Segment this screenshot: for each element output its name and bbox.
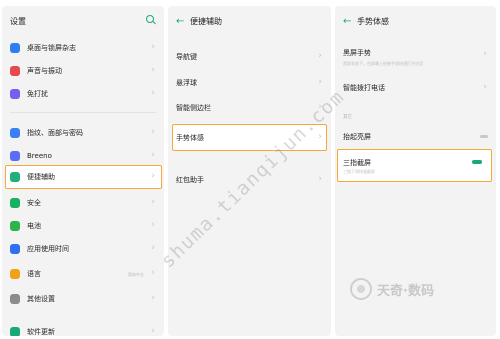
gesture-item-desc: 黑屏状态下，在屏幕上绘制手势快速打开应用 <box>343 61 423 66</box>
toggle-label: 三指截屏 <box>343 159 371 167</box>
assist-header: ← 便捷辅助 <box>168 6 331 36</box>
toggle-switch[interactable] <box>472 160 482 164</box>
chevron-right-icon: › <box>318 51 322 61</box>
settings-item-language[interactable]: 语言 简体中文 › <box>2 262 164 286</box>
battery-icon <box>10 221 20 231</box>
chevron-right-icon: › <box>318 132 322 142</box>
settings-item-label: 安全 <box>27 199 41 207</box>
back-arrow-icon[interactable]: ← <box>343 16 357 27</box>
settings-item-label: 便捷辅助 <box>27 173 55 181</box>
assist-item-label: 红包助手 <box>176 176 204 184</box>
gesture-item-smart-call[interactable]: 智能拨打电话 › <box>335 76 496 100</box>
assist-item-label: 手势体感 <box>176 134 204 142</box>
shield-icon <box>10 198 20 208</box>
more-settings-icon <box>10 294 20 304</box>
logo-text: 天奇·数码 <box>377 283 434 299</box>
settings-item-label: 语言 <box>27 270 41 278</box>
chevron-right-icon: › <box>151 150 155 160</box>
chevron-right-icon: › <box>151 65 155 75</box>
sound-icon <box>10 66 20 76</box>
settings-item-label: 其他设置 <box>27 295 55 303</box>
gesture-item-label: 黑屏手势 <box>343 49 371 57</box>
update-icon <box>10 327 20 336</box>
settings-item-label: 应用使用时间 <box>27 245 69 253</box>
assist-item-label: 悬浮球 <box>176 79 197 87</box>
settings-item-label: 电池 <box>27 222 41 230</box>
settings-item-sound[interactable]: 声音与振动 › <box>2 59 164 83</box>
settings-item-security[interactable]: 安全 › <box>2 191 164 215</box>
search-icon[interactable] <box>146 15 154 23</box>
settings-item-label: 指纹、面部与密码 <box>27 129 83 137</box>
chevron-right-icon: › <box>151 197 155 207</box>
chevron-right-icon: › <box>318 77 322 87</box>
toggle-desc: 三指下滑快速截屏 <box>343 169 375 174</box>
logo-icon <box>350 278 372 300</box>
chevron-right-icon: › <box>151 127 155 137</box>
assist-item-float-ball[interactable]: 悬浮球 › <box>168 71 331 95</box>
gesture-item-label: 智能拨打电话 <box>343 84 385 92</box>
section-label: 其它 <box>343 115 352 120</box>
settings-item-desktop[interactable]: 桌面与锁屏杂志 › <box>2 36 164 60</box>
chevron-right-icon: › <box>151 326 155 336</box>
settings-item-update[interactable]: 软件更新 › <box>2 320 164 336</box>
settings-item-label: 声音与振动 <box>27 67 62 75</box>
language-icon <box>10 269 20 279</box>
chevron-right-icon: › <box>151 268 155 278</box>
assist-item-label: 导航键 <box>176 53 197 61</box>
moon-icon <box>10 89 20 99</box>
chevron-right-icon: › <box>151 88 155 98</box>
settings-item-other[interactable]: 其他设置 › <box>2 287 164 311</box>
chevron-right-icon: › <box>151 42 155 52</box>
toggle-label: 抬起亮屏 <box>343 133 371 141</box>
settings-item-dnd[interactable]: 免打扰 › <box>2 82 164 106</box>
chevron-right-icon: › <box>151 220 155 230</box>
desktop-icon <box>10 43 20 53</box>
chevron-right-icon: › <box>151 243 155 253</box>
settings-item-label: 软件更新 <box>27 328 55 336</box>
settings-item-fingerprint[interactable]: 指纹、面部与密码 › <box>2 121 164 145</box>
settings-item-label: 免打扰 <box>27 90 48 98</box>
screen-time-icon <box>10 244 20 254</box>
page-title: 手势体感 <box>357 16 389 26</box>
settings-item-screen-time[interactable]: 应用使用时间 › <box>2 237 164 261</box>
settings-header: 设置 <box>2 6 164 36</box>
back-arrow-icon[interactable]: ← <box>176 16 190 27</box>
chevron-right-icon: › <box>483 82 487 92</box>
settings-item-label: Breeno <box>27 152 52 160</box>
chevron-right-icon: › <box>483 49 487 59</box>
page-title: 设置 <box>10 16 26 26</box>
page-title: 便捷辅助 <box>190 16 222 26</box>
fingerprint-icon <box>10 128 20 138</box>
gestures-header: ← 手势体感 <box>335 6 496 36</box>
chevron-right-icon: › <box>318 174 322 184</box>
assist-icon <box>10 172 20 182</box>
chevron-right-icon: › <box>151 171 155 181</box>
site-logo: 天奇·数码 <box>350 278 434 300</box>
toggle-raise-wake[interactable]: 抬起亮屏 <box>335 125 496 149</box>
settings-panel: 设置 桌面与锁屏杂志 › 声音与振动 › 免打扰 › 指纹、面部与密码 › Br… <box>2 6 164 336</box>
divider <box>10 112 156 113</box>
assist-item-label: 智能侧边栏 <box>176 104 211 112</box>
settings-item-label: 桌面与锁屏杂志 <box>27 44 76 52</box>
assist-item-navkeys[interactable]: 导航键 › <box>168 45 331 69</box>
chevron-right-icon: › <box>151 293 155 303</box>
toggle-switch[interactable] <box>480 135 488 138</box>
breeno-icon <box>10 151 20 161</box>
settings-item-battery[interactable]: 电池 › <box>2 214 164 238</box>
settings-item-assist[interactable]: 便捷辅助 › <box>2 165 164 189</box>
language-value: 简体中文 <box>128 272 144 277</box>
